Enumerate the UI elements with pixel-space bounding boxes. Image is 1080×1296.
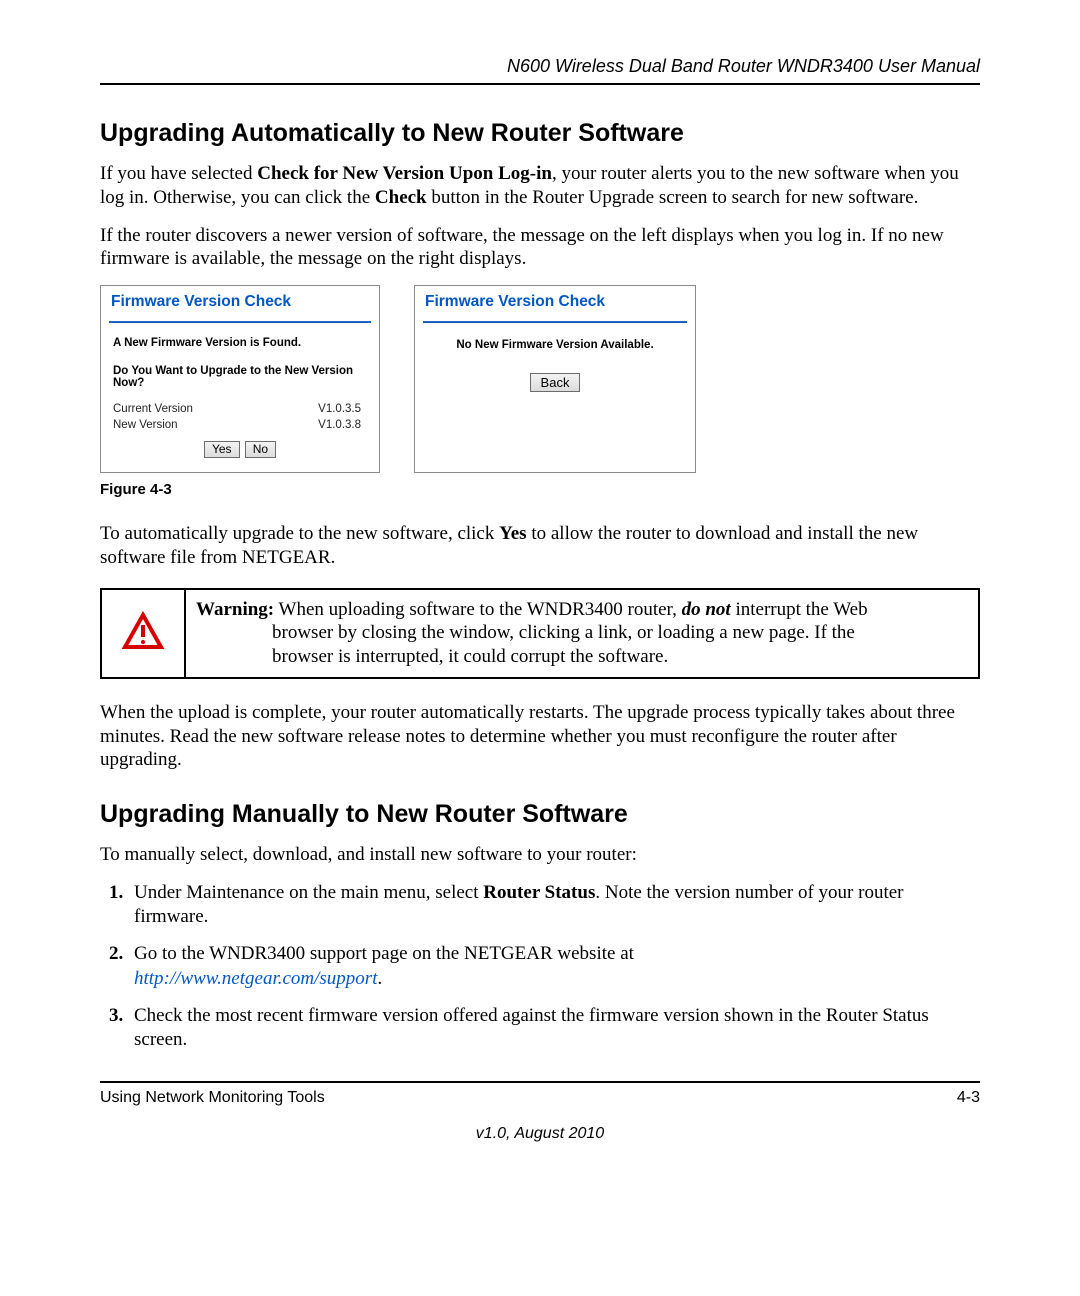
bold-check-option: Check for New Version Upon Log-in	[257, 163, 552, 184]
dialog-no-firmware: Firmware Version Check No New Firmware V…	[414, 285, 696, 473]
do-not-emphasis: do not	[682, 599, 731, 620]
text: Go to the WNDR3400 support page on the N…	[134, 943, 634, 964]
header-doc-title: N600 Wireless Dual Band Router WNDR3400 …	[100, 56, 980, 85]
footer-page-number: 4-3	[957, 1089, 980, 1107]
page: N600 Wireless Dual Band Router WNDR3400 …	[0, 0, 1080, 1296]
bold-check-button: Check	[375, 187, 427, 208]
warning-icon	[121, 611, 165, 651]
heading-auto-upgrade: Upgrading Automatically to New Router So…	[100, 119, 980, 148]
no-button[interactable]: No	[245, 441, 276, 458]
netgear-support-link[interactable]: http://www.netgear.com/support	[134, 968, 377, 989]
para-click-yes: To automatically upgrade to the new soft…	[100, 522, 980, 570]
label-current-version: Current Version	[113, 403, 193, 415]
footer-rule	[100, 1081, 980, 1083]
step-1: Under Maintenance on the main menu, sele…	[128, 881, 980, 930]
step-3: Check the most recent firmware version o…	[128, 1004, 980, 1053]
footer-chapter: Using Network Monitoring Tools	[100, 1089, 325, 1107]
label-new-version: New Version	[113, 419, 178, 431]
para-after-warning: When the upload is complete, your router…	[100, 701, 980, 772]
warning-label: Warning:	[196, 599, 274, 620]
back-button[interactable]: Back	[530, 373, 581, 392]
para-auto-2: If the router discovers a newer version …	[100, 224, 980, 272]
dialog-title: Firmware Version Check	[415, 286, 695, 321]
para-auto-1: If you have selected Check for New Versi…	[100, 162, 980, 210]
msg-new-firmware-found: A New Firmware Version is Found.	[113, 337, 367, 349]
button-row: Yes No	[113, 433, 367, 458]
text: If you have selected	[100, 163, 257, 184]
text: browser is interrupted, it could corrupt…	[196, 645, 968, 669]
text: .	[377, 968, 382, 989]
dialog-firmware-found: Firmware Version Check A New Firmware Ve…	[100, 285, 380, 473]
text: browser by closing the window, clicking …	[196, 621, 968, 645]
warning-icon-cell	[101, 589, 185, 678]
value-current-version: V1.0.3.5	[318, 403, 361, 415]
value-new-version: V1.0.3.8	[318, 419, 361, 431]
bold-router-status: Router Status	[483, 882, 595, 903]
page-footer: Using Network Monitoring Tools 4-3 v1.0,…	[100, 1081, 980, 1143]
text: interrupt the Web	[731, 599, 868, 620]
footer-row: Using Network Monitoring Tools 4-3	[100, 1089, 980, 1107]
msg-no-new-firmware: No New Firmware Version Available.	[415, 323, 695, 373]
para-manual-intro: To manually select, download, and instal…	[100, 843, 980, 867]
figure-pair: Firmware Version Check A New Firmware Ve…	[100, 285, 980, 473]
dialog-body: A New Firmware Version is Found. Do You …	[101, 323, 379, 472]
figure-caption: Figure 4-3	[100, 481, 980, 498]
warning-box: Warning: When uploading software to the …	[100, 588, 980, 679]
steps-list: Under Maintenance on the main menu, sele…	[100, 881, 980, 1053]
bold-yes: Yes	[499, 523, 526, 544]
heading-manual-upgrade: Upgrading Manually to New Router Softwar…	[100, 800, 980, 829]
warning-text-cell: Warning: When uploading software to the …	[185, 589, 979, 678]
step-2: Go to the WNDR3400 support page on the N…	[128, 942, 980, 991]
text: When uploading software to the WNDR3400 …	[274, 599, 681, 620]
row-new-version: New Version V1.0.3.8	[113, 417, 367, 433]
text: To automatically upgrade to the new soft…	[100, 523, 499, 544]
prompt-upgrade-now: Do You Want to Upgrade to the New Versio…	[113, 365, 367, 389]
text: button in the Router Upgrade screen to s…	[427, 187, 919, 208]
dialog-title: Firmware Version Check	[101, 286, 379, 321]
row-current-version: Current Version V1.0.3.5	[113, 401, 367, 417]
button-row: Back	[415, 373, 695, 428]
text: Under Maintenance on the main menu, sele…	[134, 882, 483, 903]
yes-button[interactable]: Yes	[204, 441, 240, 458]
footer-version: v1.0, August 2010	[100, 1125, 980, 1143]
warning-text: Warning: When uploading software to the …	[196, 598, 968, 669]
